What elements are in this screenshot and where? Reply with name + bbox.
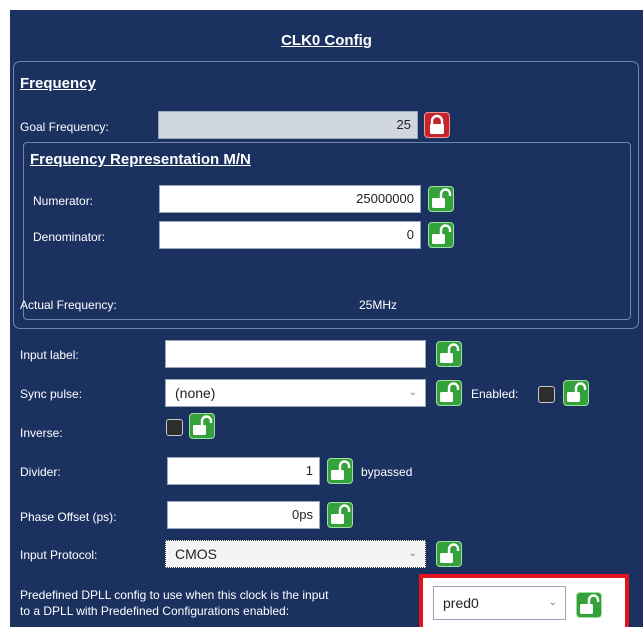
mn-heading: Frequency Representation M/N <box>30 151 251 168</box>
goal-frequency-field[interactable]: 25 <box>158 111 418 139</box>
frequency-heading: Frequency <box>20 75 96 92</box>
numerator-unlock-icon[interactable] <box>428 186 454 212</box>
input-label-field[interactable] <box>165 340 426 368</box>
input-protocol-select[interactable]: CMOS ⌄ <box>165 540 426 568</box>
sync-pulse-value: (none) <box>175 385 216 401</box>
sync-pulse-label: Sync pulse: <box>20 387 83 401</box>
divider-unlock-icon[interactable] <box>327 458 353 484</box>
mn-section: Frequency Representation M/N Numerator: … <box>23 142 631 320</box>
input-protocol-value: CMOS <box>175 546 217 562</box>
actual-frequency-label: Actual Frequency: <box>20 298 117 312</box>
chevron-down-icon: ⌄ <box>408 548 417 559</box>
enabled-label: Enabled: <box>471 387 519 401</box>
denominator-field[interactable]: 0 <box>159 221 421 249</box>
enabled-unlock-icon[interactable] <box>563 380 589 406</box>
predefined-dpll-label-line2: to a DPLL with Predefined Configurations… <box>20 604 290 618</box>
sync-pulse-select[interactable]: (none) ⌄ <box>165 379 426 407</box>
divider-label: Divider: <box>20 465 61 479</box>
denominator-unlock-icon[interactable] <box>428 222 454 248</box>
input-label-unlock-icon[interactable] <box>436 341 462 367</box>
phase-offset-field[interactable]: 0ps <box>167 501 320 529</box>
divider-field[interactable]: 1 <box>167 457 320 485</box>
inverse-unlock-icon[interactable] <box>189 413 215 439</box>
enabled-checkbox[interactable] <box>538 386 555 403</box>
panel-title: CLK0 Config <box>281 32 372 49</box>
numerator-field[interactable]: 25000000 <box>159 185 421 213</box>
actual-frequency-value: 25MHz <box>359 298 398 312</box>
predefined-dpll-select[interactable]: pred0 ⌄ <box>433 586 566 620</box>
numerator-label: Numerator: <box>33 194 94 208</box>
phase-offset-label: Phase Offset (ps): <box>20 510 117 524</box>
predefined-config-area: pred0 ⌄ <box>423 578 625 627</box>
input-label-label: Input label: <box>20 348 79 362</box>
goal-frequency-lock-icon[interactable] <box>424 112 450 138</box>
goal-frequency-label: Goal Frequency: <box>20 120 109 134</box>
inverse-checkbox[interactable] <box>166 419 183 436</box>
bypassed-label: bypassed <box>361 465 413 479</box>
clk0-config-panel: CLK0 Config Frequency Goal Frequency: 25… <box>10 10 643 627</box>
phase-offset-unlock-icon[interactable] <box>327 502 353 528</box>
chevron-down-icon: ⌄ <box>408 387 417 398</box>
frequency-section: Frequency Goal Frequency: 25 Frequency R… <box>13 61 639 329</box>
sync-pulse-unlock-icon[interactable] <box>436 380 462 406</box>
inverse-label: Inverse: <box>20 426 63 440</box>
predefined-dpll-value: pred0 <box>443 595 479 611</box>
chevron-down-icon: ⌄ <box>548 597 557 608</box>
predefined-dpll-unlock-icon[interactable] <box>576 592 602 618</box>
input-protocol-unlock-icon[interactable] <box>436 541 462 567</box>
predefined-dpll-label-line1: Predefined DPLL config to use when this … <box>20 588 329 602</box>
input-protocol-label: Input Protocol: <box>20 548 98 562</box>
denominator-label: Denominator: <box>33 230 106 244</box>
